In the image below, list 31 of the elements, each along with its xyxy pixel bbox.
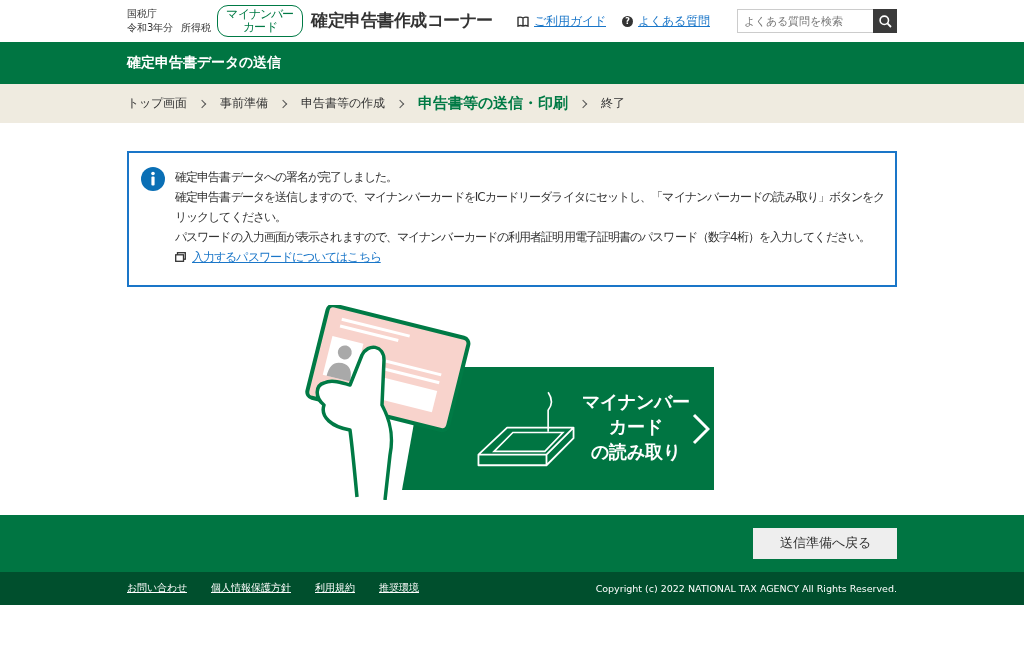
mynumber-badge: マイナンバー カード: [217, 5, 303, 37]
agency-name: 国税庁: [127, 7, 158, 21]
chevron-right-icon: [692, 413, 710, 445]
book-icon: [517, 15, 529, 27]
footer-link[interactable]: 利用規約: [315, 582, 355, 595]
info-message: パスワードの入力画面が表示されますので、マイナンバーカードの利用者証明用電子証明書のパスワード（数字4桁）を入力してください。: [175, 229, 871, 246]
search-icon: [878, 14, 892, 28]
breadcrumb-step: 事前準備: [220, 96, 268, 111]
current-step: 申告書等の送信・印刷: [418, 94, 568, 113]
copyright-text: Copyright (c) 2022 NATIONAL TAX AGENCY All Rights Reserved.: [595, 583, 897, 594]
footer-link[interactable]: 推奨環境: [379, 582, 419, 595]
guide-link[interactable]: ご利用ガイド: [534, 13, 606, 29]
search-field[interactable]: よくある質問を検索: [737, 9, 873, 33]
tax-type: 所得税: [181, 21, 212, 35]
back-button[interactable]: 送信準備へ戻る: [753, 528, 897, 559]
search-button[interactable]: [873, 9, 897, 33]
info-message: 確定申告書データへの署名が完了しました。: [175, 169, 398, 186]
breadcrumb-step: 申告書等の作成: [301, 96, 385, 111]
password-info-link[interactable]: 入力するパスワードについてはこちら: [192, 247, 381, 267]
faq-link[interactable]: よくある質問: [638, 13, 710, 29]
footer-link[interactable]: 個人情報保護方針: [211, 582, 291, 595]
tax-year: 令和3年分: [127, 21, 174, 35]
site-title: 確定申告書作成コーナー: [311, 10, 494, 32]
info-message: 確定申告書データを送信しますので、マイナンバーカードをICカードリーダライタにセットし、「マイナンバーカードの読み取り」ボタンをクリックしてください。: [175, 189, 885, 226]
breadcrumb-step: トップ画面: [127, 96, 187, 111]
help-icon: ?: [622, 15, 633, 27]
page-title: 確定申告書データの送信: [127, 54, 282, 72]
footer-link[interactable]: お問い合わせ: [127, 582, 187, 595]
breadcrumb-step: 終了: [601, 96, 625, 111]
info-icon: [141, 167, 165, 191]
new-window-icon: [175, 252, 186, 262]
